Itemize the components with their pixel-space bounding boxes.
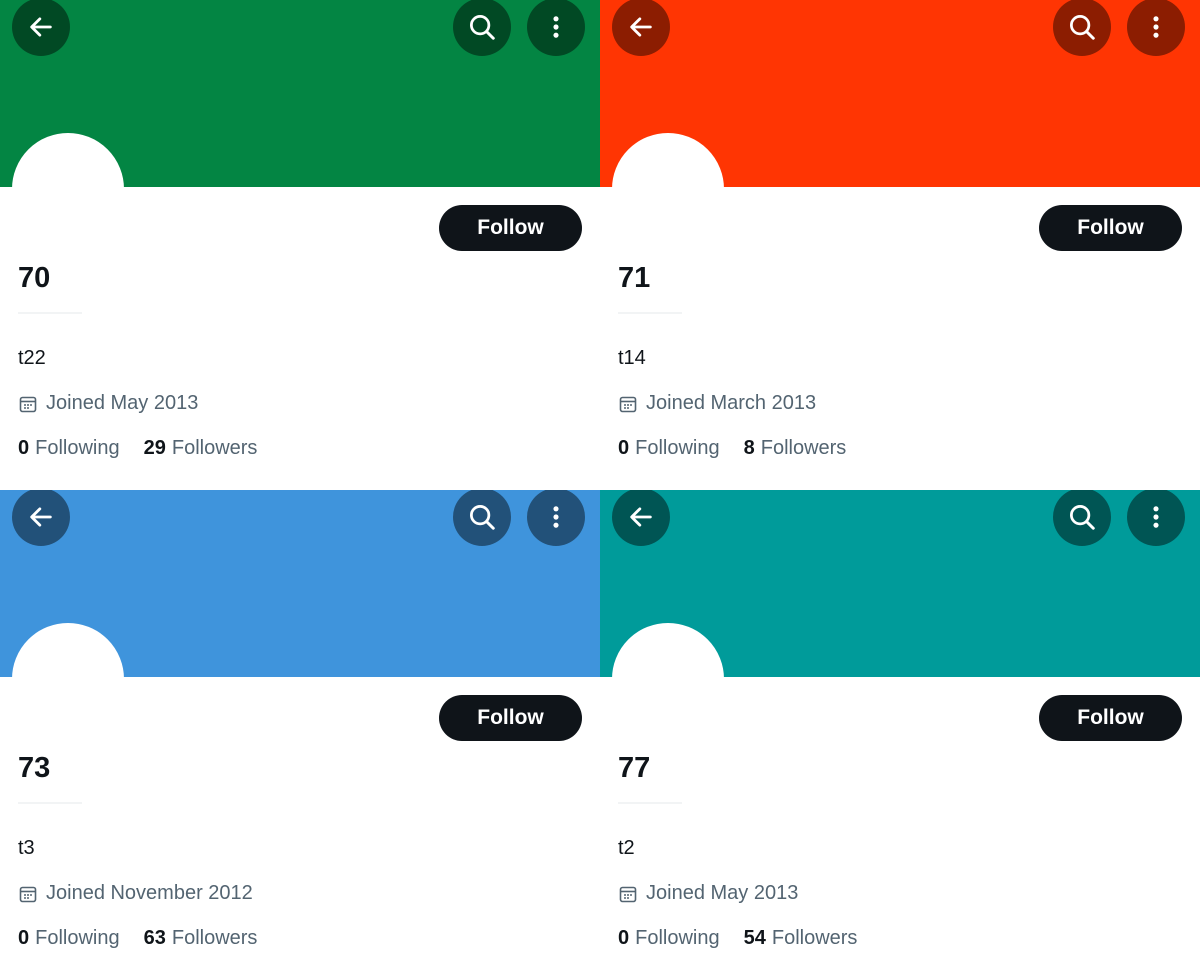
more-vertical-icon: [553, 506, 559, 528]
following-link[interactable]: 0 Following: [618, 437, 720, 460]
profile-card: Follow 77 t2 Joined May 2013 0 Following…: [600, 490, 1200, 980]
profile-card: Follow 71 t14 Joined March 2013 0 Follow…: [600, 0, 1200, 490]
profile-bio: t14: [618, 347, 646, 369]
search-icon: [1070, 15, 1095, 40]
joined-date: Joined May 2013: [18, 392, 198, 415]
follow-button[interactable]: Follow: [439, 205, 582, 251]
profile-bio: t3: [18, 837, 35, 859]
follow-stats: 0 Following 8 Followers: [618, 437, 846, 460]
display-name: 71: [618, 262, 651, 294]
handle-placeholder: [18, 312, 82, 314]
follow-button[interactable]: Follow: [1039, 205, 1182, 251]
calendar-icon: [619, 396, 637, 412]
joined-text: Joined March 2013: [646, 392, 817, 414]
following-link[interactable]: 0 Following: [18, 437, 120, 460]
back-button[interactable]: [12, 0, 70, 56]
arrow-left-icon: [30, 17, 52, 37]
arrow-left-icon: [30, 507, 52, 527]
calendar-icon: [19, 886, 37, 902]
following-label: Following: [35, 927, 120, 949]
following-label: Following: [635, 437, 720, 459]
follow-stats: 0 Following 54 Followers: [618, 927, 857, 950]
followers-label: Followers: [760, 437, 847, 459]
more-button[interactable]: [527, 0, 585, 56]
follow-button[interactable]: Follow: [439, 695, 582, 741]
followers-count: 54: [743, 927, 766, 949]
followers-link[interactable]: 54 Followers: [744, 927, 858, 950]
display-name: 70: [18, 262, 51, 294]
display-name: 77: [618, 752, 651, 784]
profile-bio: t22: [18, 347, 46, 369]
avatar[interactable]: [12, 133, 124, 245]
display-name: 73: [18, 752, 51, 784]
following-count: 0: [618, 927, 630, 949]
calendar-icon: [619, 886, 637, 902]
followers-link[interactable]: 29 Followers: [144, 437, 258, 460]
search-icon: [470, 505, 495, 530]
handle-placeholder: [618, 312, 682, 314]
followers-count: 63: [143, 927, 166, 949]
more-vertical-icon: [553, 16, 559, 38]
more-button[interactable]: [527, 490, 585, 546]
avatar[interactable]: [612, 133, 724, 245]
following-count: 0: [18, 437, 30, 459]
back-button[interactable]: [612, 0, 670, 56]
back-button[interactable]: [12, 490, 70, 546]
joined-text: Joined May 2013: [646, 882, 799, 904]
followers-count: 29: [143, 437, 166, 459]
followers-count: 8: [743, 437, 755, 459]
more-button[interactable]: [1127, 0, 1185, 56]
following-count: 0: [18, 927, 30, 949]
following-label: Following: [635, 927, 720, 949]
followers-label: Followers: [171, 927, 258, 949]
joined-date: Joined November 2012: [18, 882, 253, 905]
follow-stats: 0 Following 29 Followers: [18, 437, 257, 460]
following-link[interactable]: 0 Following: [18, 927, 120, 950]
followers-label: Followers: [771, 927, 858, 949]
joined-date: Joined May 2013: [618, 882, 798, 905]
following-count: 0: [618, 437, 630, 459]
calendar-icon: [19, 396, 37, 412]
search-icon: [470, 15, 495, 40]
joined-date: Joined March 2013: [618, 392, 816, 415]
search-button[interactable]: [1053, 490, 1111, 546]
profile-grid: Follow 70 t22 Joined May 2013 0 Followin…: [0, 0, 1200, 980]
joined-text: Joined November 2012: [46, 882, 253, 904]
follow-stats: 0 Following 63 Followers: [18, 927, 257, 950]
arrow-left-icon: [630, 17, 652, 37]
search-icon: [1070, 505, 1095, 530]
avatar[interactable]: [12, 623, 124, 735]
profile-card: Follow 70 t22 Joined May 2013 0 Followin…: [0, 0, 600, 490]
avatar[interactable]: [612, 623, 724, 735]
followers-link[interactable]: 8 Followers: [744, 437, 847, 460]
arrow-left-icon: [630, 507, 652, 527]
following-link[interactable]: 0 Following: [618, 927, 720, 950]
more-vertical-icon: [1153, 16, 1159, 38]
search-button[interactable]: [1053, 0, 1111, 56]
more-vertical-icon: [1153, 506, 1159, 528]
search-button[interactable]: [453, 490, 511, 546]
joined-text: Joined May 2013: [46, 392, 199, 414]
followers-link[interactable]: 63 Followers: [144, 927, 258, 950]
handle-placeholder: [18, 802, 82, 804]
handle-placeholder: [618, 802, 682, 804]
follow-button[interactable]: Follow: [1039, 695, 1182, 741]
profile-bio: t2: [618, 837, 635, 859]
profile-card: Follow 73 t3 Joined November 2012 0 Foll…: [0, 490, 600, 980]
following-label: Following: [35, 437, 120, 459]
search-button[interactable]: [453, 0, 511, 56]
more-button[interactable]: [1127, 490, 1185, 546]
back-button[interactable]: [612, 490, 670, 546]
followers-label: Followers: [171, 437, 258, 459]
